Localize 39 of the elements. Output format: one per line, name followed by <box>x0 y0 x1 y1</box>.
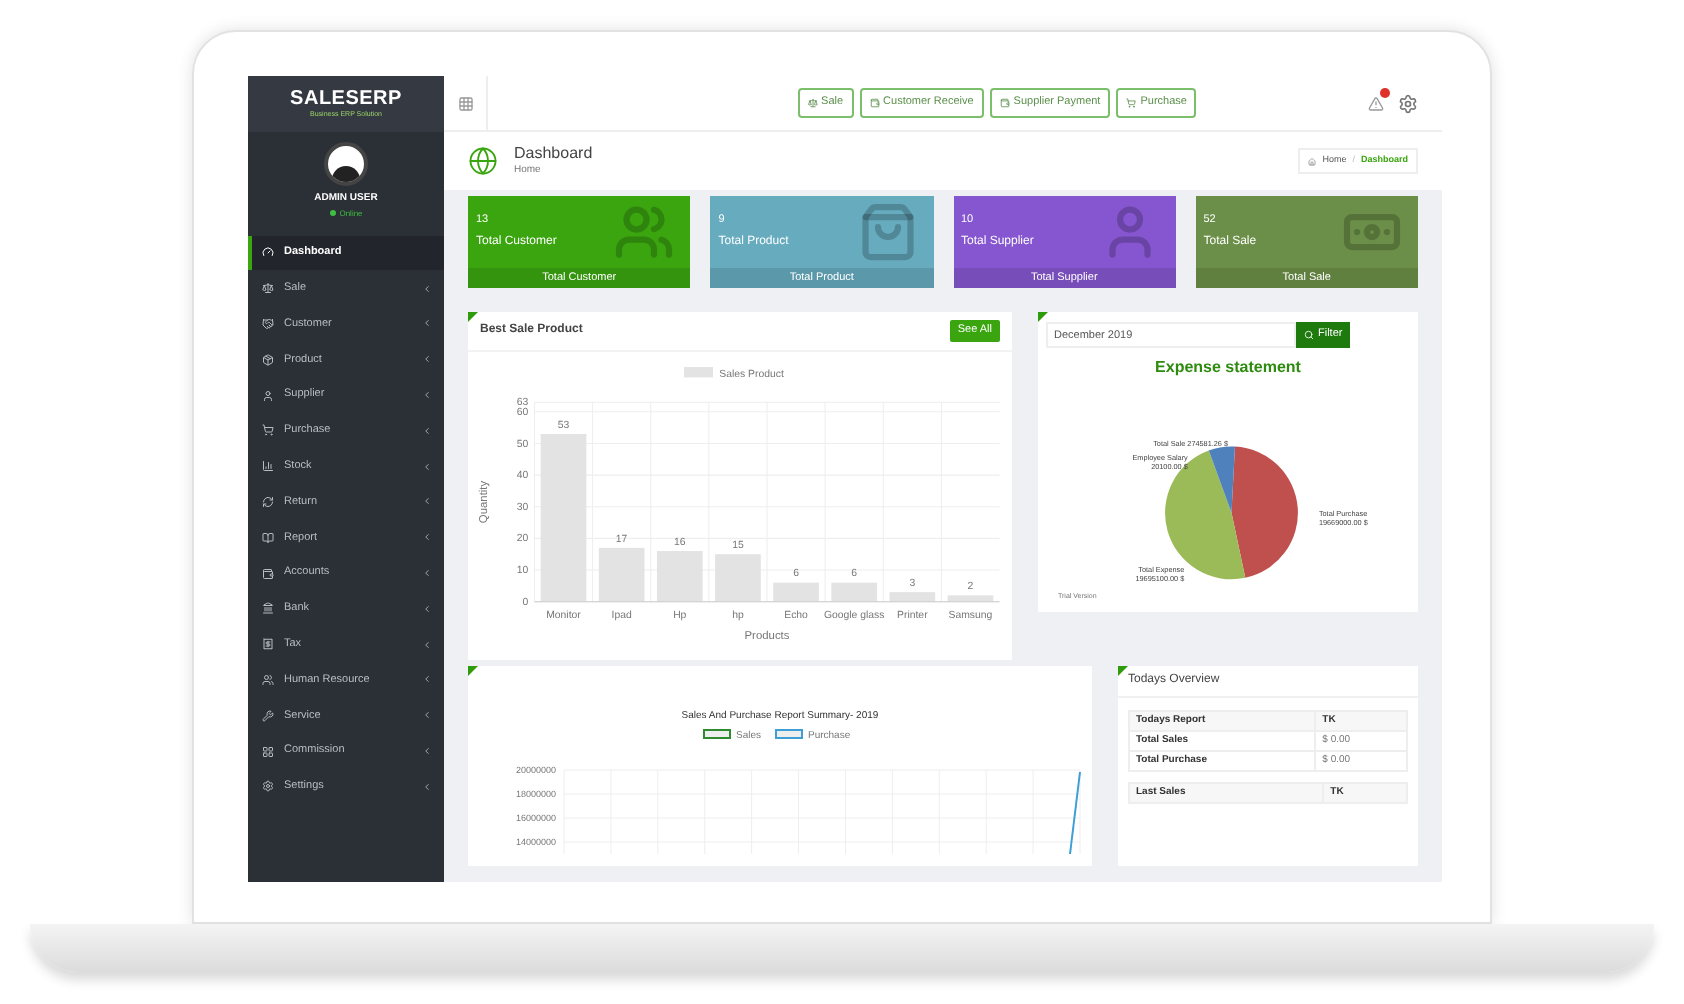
search-icon <box>1304 330 1314 340</box>
line-series-drawing <box>1069 771 1081 854</box>
warning-icon <box>1368 95 1384 111</box>
menu-icon <box>262 389 274 402</box>
menu-icon <box>262 745 274 758</box>
bar <box>831 582 878 602</box>
alert-button[interactable] <box>1366 93 1386 113</box>
bar <box>773 582 819 602</box>
menu-icon <box>262 780 274 793</box>
menu-icon <box>262 353 274 366</box>
menu-icon <box>262 638 274 651</box>
button-icon <box>807 98 818 108</box>
menu-icon <box>262 424 274 437</box>
bar <box>947 595 994 602</box>
menu-icon <box>262 495 274 508</box>
menu-icon <box>262 567 274 580</box>
expense-title: Expense statement <box>1153 356 1303 380</box>
menu-icon <box>262 673 274 686</box>
menu-icon <box>262 246 274 259</box>
home-icon <box>1308 157 1317 165</box>
logo: SALESERP <box>290 89 402 110</box>
menu-icon <box>262 709 274 722</box>
legend-swatch <box>683 367 713 378</box>
settings-icon[interactable] <box>1398 93 1418 113</box>
avatar <box>324 142 368 186</box>
card-icon <box>857 202 917 262</box>
card-icon <box>614 202 675 262</box>
menu-icon <box>262 317 274 330</box>
page-title: Dashboard <box>514 143 595 164</box>
globe-icon <box>468 146 498 176</box>
bar <box>889 592 936 602</box>
button-icon <box>869 98 880 108</box>
button-icon <box>999 98 1010 108</box>
menu-icon <box>262 282 274 295</box>
menu-icon <box>262 460 274 473</box>
button-icon <box>1126 98 1137 108</box>
menu-icon <box>262 602 274 615</box>
grid-menu-icon[interactable] <box>457 95 473 111</box>
menu-icon <box>262 531 274 544</box>
